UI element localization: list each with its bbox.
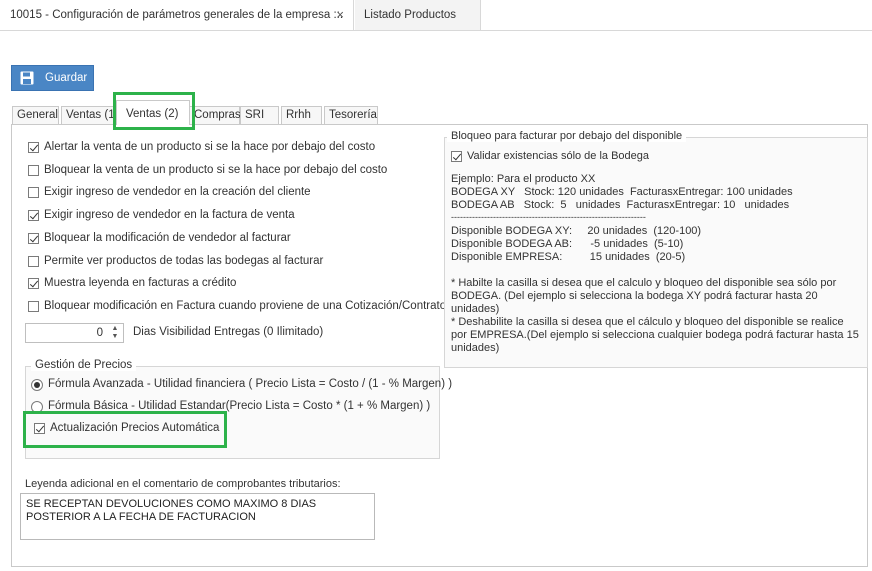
option-checkbox-7[interactable] xyxy=(28,278,39,289)
legend-textarea[interactable]: SE RECEPTAN DEVOLUCIONES COMO MAXIMO 8 D… xyxy=(20,493,375,540)
tab-listado-productos-label: Listado Productos xyxy=(364,9,457,21)
option-label-5: Bloquear la modificación de vendedor al … xyxy=(44,232,291,244)
option-label-2: Bloquear la venta de un producto si se l… xyxy=(44,164,388,176)
pricing-group-title: Gestión de Precios xyxy=(31,359,137,371)
radio-formula-avanzada[interactable] xyxy=(31,379,43,391)
option-checkbox-6[interactable] xyxy=(28,256,39,267)
tab-ventas-1-label: Ventas (1 xyxy=(66,109,115,121)
legend-label: Leyenda adicional en el comentario de co… xyxy=(25,478,341,490)
tab-sri[interactable]: SRI xyxy=(240,106,279,124)
document-tab-bar: 10015 - Configuración de parámetros gene… xyxy=(0,0,872,31)
tab-tesoreria-label: Tesorería xyxy=(329,109,377,121)
example-separator: ----------------------------------------… xyxy=(451,212,646,222)
tab-configuracion-label: 10015 - Configuración de parámetros gene… xyxy=(10,9,344,21)
option-label-3: Exigir ingreso de vendedor en la creació… xyxy=(44,186,311,198)
validate-warehouse-checkbox[interactable] xyxy=(451,151,462,162)
example-line-2: BODEGA XY Stock: 120 unidades FacturasxE… xyxy=(451,186,793,198)
note-empresa: * Deshabilite la casilla si desea que el… xyxy=(451,316,859,354)
save-button[interactable]: Guardar xyxy=(11,65,94,91)
option-checkbox-2[interactable] xyxy=(28,165,39,176)
tab-highlight-box xyxy=(113,92,195,130)
tab-general[interactable]: General xyxy=(12,106,59,124)
floppy-disk-icon xyxy=(20,71,34,88)
auto-update-label: Actualización Precios Automática xyxy=(50,422,220,434)
save-button-label: Guardar xyxy=(45,72,88,84)
tab-ventas-1[interactable]: Ventas (1 xyxy=(61,106,117,124)
example-line-5: Disponible BODEGA XY: 20 unidades (120-1… xyxy=(451,225,702,237)
option-label-7: Muestra leyenda en facturas a crédito xyxy=(44,277,237,289)
option-label-8: Bloquear modificación en Factura cuando … xyxy=(44,300,447,312)
example-line-6: Disponible BODEGA AB: -5 unidades (5-10) xyxy=(451,238,684,250)
tab-listado-productos[interactable]: Listado Productos xyxy=(355,0,481,30)
radio-formula-avanzada-label: Fórmula Avanzada - Utilidad financiera (… xyxy=(48,378,453,390)
spin-arrows-icon[interactable]: ▲ ▼ xyxy=(110,325,120,341)
example-line-1: Ejemplo: Para el producto XX xyxy=(451,173,596,185)
example-line-7: Disponible EMPRESA: 15 unidades (20-5) xyxy=(451,251,686,263)
visibility-days-label: Dias Visibilidad Entregas (0 Ilimitado) xyxy=(133,326,324,338)
option-checkbox-8[interactable] xyxy=(28,301,39,312)
close-icon[interactable]: × xyxy=(336,0,344,30)
tab-compras-label: Compras xyxy=(194,109,241,121)
option-label-4: Exigir ingreso de vendedor en la factura… xyxy=(44,209,295,221)
visibility-days-value: 0 xyxy=(96,327,103,339)
tab-rrhh[interactable]: Rrhh xyxy=(281,106,322,124)
option-label-1: Alertar la venta de un producto si se la… xyxy=(44,141,376,153)
block-group-title: Bloqueo para facturar por debajo del dis… xyxy=(447,130,687,142)
visibility-days-stepper[interactable]: 0 ▲ ▼ xyxy=(25,323,124,343)
tab-compras[interactable]: Compras xyxy=(189,106,241,124)
tab-general-label: General xyxy=(17,109,58,121)
option-checkbox-5[interactable] xyxy=(28,233,39,244)
legend-text: SE RECEPTAN DEVOLUCIONES COMO MAXIMO 8 D… xyxy=(26,498,320,523)
validate-warehouse-label: Validar existencias sólo de la Bodega xyxy=(467,150,650,162)
tab-tesoreria[interactable]: Tesorería xyxy=(324,106,378,124)
auto-update-checkbox[interactable] xyxy=(34,423,45,434)
option-checkbox-3[interactable] xyxy=(28,187,39,198)
tab-rrhh-label: Rrhh xyxy=(286,109,311,121)
option-checkbox-4[interactable] xyxy=(28,210,39,221)
note-bodega: * Habilte la casilla si desea que el cal… xyxy=(451,277,837,315)
tab-configuracion[interactable]: 10015 - Configuración de parámetros gene… xyxy=(0,0,354,30)
option-checkbox-1[interactable] xyxy=(28,142,39,153)
option-label-6: Permite ver productos de todas las bodeg… xyxy=(44,255,324,267)
tab-sri-label: SRI xyxy=(245,109,265,121)
